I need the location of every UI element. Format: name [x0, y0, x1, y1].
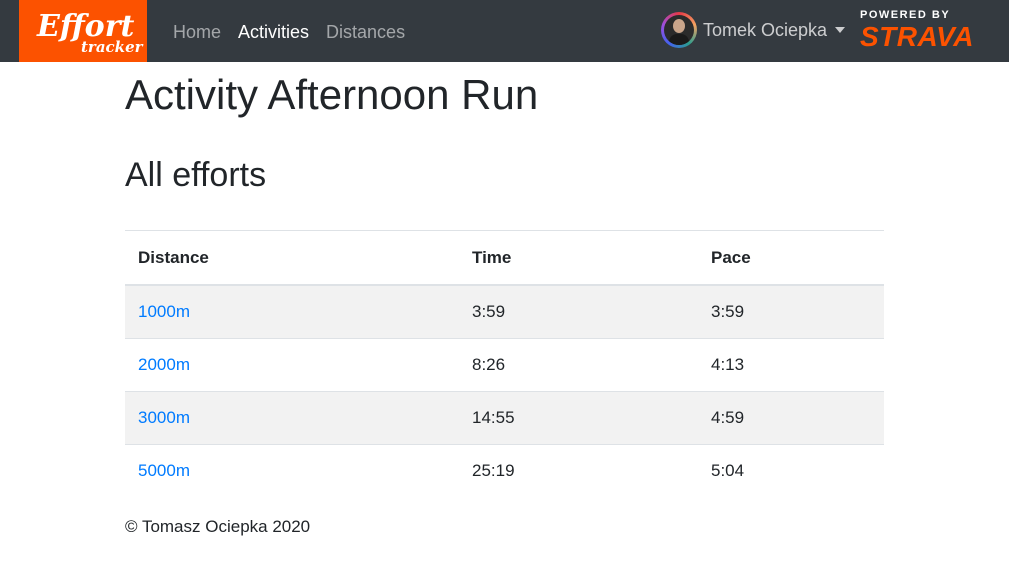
user-name: Tomek Ociepka [703, 20, 828, 40]
distance-cell: 5000m [125, 444, 459, 497]
user-menu-dropdown[interactable]: Tomek Ociepka [661, 12, 846, 48]
nav-distances[interactable]: Distances [326, 20, 405, 44]
distance-link[interactable]: 3000m [138, 408, 190, 427]
distance-link[interactable]: 1000m [138, 302, 190, 321]
table-row: 2000m 8:26 4:13 [125, 338, 884, 392]
avatar [661, 12, 697, 48]
table-row: 5000m 25:19 5:04 [125, 444, 884, 497]
table-row: 1000m 3:59 3:59 [125, 284, 884, 339]
pace-cell: 5:04 [698, 444, 884, 497]
distance-cell: 1000m [125, 284, 459, 339]
pace-cell: 4:13 [698, 338, 884, 392]
time-cell: 25:19 [459, 444, 698, 497]
main-nav: Home Activities Distances [173, 20, 422, 44]
table-header-row: Distance Time Pace [125, 230, 884, 286]
strava-wordmark: STRAVA [860, 21, 974, 52]
efforts-table: Distance Time Pace 1000m 3:59 3:59 2000m… [125, 230, 884, 497]
top-navbar: Effort tracker Home Activities Distances… [0, 0, 1009, 62]
table-row: 3000m 14:55 4:59 [125, 391, 884, 445]
column-header-time: Time [459, 230, 698, 286]
nav-home[interactable]: Home [173, 20, 221, 44]
time-cell: 8:26 [459, 338, 698, 392]
time-cell: 3:59 [459, 284, 698, 339]
distance-cell: 2000m [125, 338, 459, 392]
effort-tracker-logo-icon: Effort tracker [36, 9, 144, 56]
powered-by-strava-badge: POWERED BY STRAVA [860, 9, 985, 54]
column-header-pace: Pace [698, 230, 884, 286]
brand-logo[interactable]: Effort tracker [19, 0, 147, 62]
nav-activities[interactable]: Activities [238, 20, 309, 44]
pace-cell: 4:59 [698, 391, 884, 445]
page-title: Activity Afternoon Run [125, 71, 539, 118]
section-title: All efforts [125, 156, 267, 194]
chevron-down-icon [835, 27, 846, 33]
distance-link[interactable]: 2000m [138, 355, 190, 374]
column-header-distance: Distance [125, 230, 459, 286]
svg-text:tracker: tracker [81, 38, 144, 56]
page-footer: © Tomasz Ociepka 2020 [125, 517, 311, 536]
distance-cell: 3000m [125, 391, 459, 445]
pace-cell: 3:59 [698, 284, 884, 339]
time-cell: 14:55 [459, 391, 698, 445]
distance-link[interactable]: 5000m [138, 461, 190, 480]
